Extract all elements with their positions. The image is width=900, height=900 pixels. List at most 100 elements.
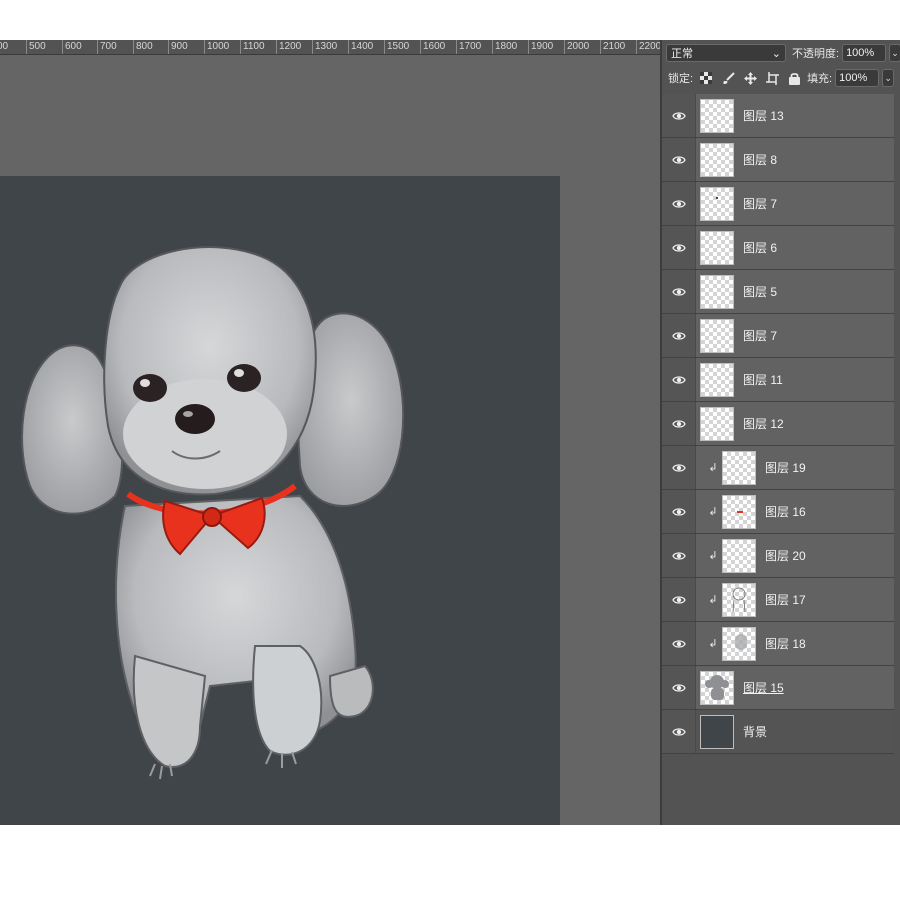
visibility-eye-icon[interactable] bbox=[662, 622, 696, 665]
layer-name[interactable]: 图层 7 bbox=[743, 327, 777, 344]
opacity-label: 不透明度: bbox=[792, 48, 840, 60]
visibility-eye-icon[interactable] bbox=[662, 358, 696, 401]
layer-name[interactable]: 图层 16 bbox=[765, 503, 806, 520]
canvas-workspace[interactable]: 00 500 600 700 800 900 1000 1100 1200 13… bbox=[0, 40, 660, 825]
blend-mode-value: 正常 bbox=[671, 48, 693, 60]
layer-name[interactable]: 图层 7 bbox=[743, 195, 777, 212]
visibility-eye-icon[interactable] bbox=[662, 94, 696, 137]
fill-dropdown-button[interactable]: ⌄ bbox=[882, 69, 895, 87]
visibility-eye-icon[interactable] bbox=[662, 490, 696, 533]
visibility-eye-icon[interactable] bbox=[662, 226, 696, 269]
opacity-field[interactable]: 100% bbox=[842, 44, 887, 62]
layer-name[interactable]: 图层 20 bbox=[765, 547, 806, 564]
layer-name[interactable]: 背景 bbox=[743, 723, 767, 740]
layer-name[interactable]: 图层 13 bbox=[743, 107, 784, 124]
lock-position-move-icon[interactable] bbox=[743, 71, 757, 85]
ruler-tick: 1400 bbox=[348, 40, 373, 54]
layer-thumbnail[interactable] bbox=[700, 318, 734, 353]
layer-name[interactable]: 图层 15 bbox=[743, 679, 784, 696]
layer-row[interactable]: ↲ 图层 20 bbox=[662, 534, 894, 578]
layer-thumbnail[interactable] bbox=[722, 450, 756, 485]
visibility-eye-icon[interactable] bbox=[662, 534, 696, 577]
layer-row[interactable]: 图层 13 bbox=[662, 94, 894, 138]
layer-row[interactable]: 图层 7 bbox=[662, 182, 894, 226]
chevron-down-icon: ⌄ bbox=[771, 47, 781, 60]
layers-list: 图层 13 图层 8 图层 7 图层 6 图层 5 图层 7 图层 11 图层 12 ↲ 图层 1… bbox=[662, 94, 894, 754]
lock-label: 锁定: bbox=[668, 73, 694, 85]
layer-thumbnail[interactable] bbox=[700, 274, 734, 309]
lock-all-icon[interactable] bbox=[787, 71, 801, 85]
opacity-dropdown-button[interactable]: ⌄ bbox=[889, 44, 900, 62]
lock-pixels-brush-icon[interactable] bbox=[721, 71, 735, 85]
layer-thumbnail[interactable] bbox=[700, 362, 734, 397]
layer-name[interactable]: 图层 11 bbox=[743, 371, 783, 388]
layer-thumbnail[interactable] bbox=[700, 98, 734, 133]
layer-row[interactable]: 图层 6 bbox=[662, 226, 894, 270]
ruler-tick: 2000 bbox=[564, 40, 589, 54]
clipping-mask-arrow-icon: ↲ bbox=[708, 638, 718, 650]
layer-thumbnail[interactable] bbox=[722, 538, 756, 573]
poodle-illustration bbox=[21, 246, 405, 780]
visibility-eye-icon[interactable] bbox=[662, 182, 696, 225]
visibility-eye-icon[interactable] bbox=[662, 710, 696, 753]
layer-row[interactable]: 图层 8 bbox=[662, 138, 894, 182]
clipping-mask-arrow-icon: ↲ bbox=[708, 506, 718, 518]
layer-thumbnail[interactable] bbox=[700, 406, 734, 441]
ruler-tick: 1100 bbox=[240, 40, 265, 54]
fill-field[interactable]: 100% bbox=[835, 69, 880, 87]
layer-name[interactable]: 图层 19 bbox=[765, 459, 806, 476]
ruler-tick: 2200 bbox=[636, 40, 660, 54]
layer-thumbnail[interactable] bbox=[700, 142, 734, 177]
clipping-mask-arrow-icon: ↲ bbox=[708, 462, 718, 474]
layer-row[interactable]: ↲ 图层 17 bbox=[662, 578, 894, 622]
layer-name[interactable]: 图层 12 bbox=[743, 415, 784, 432]
ruler-tick: 600 bbox=[62, 40, 82, 54]
layer-thumbnail[interactable] bbox=[722, 582, 756, 617]
layer-row[interactable]: 图层 11 bbox=[662, 358, 894, 402]
visibility-eye-icon[interactable] bbox=[662, 578, 696, 621]
ruler-tick: 1300 bbox=[312, 40, 337, 54]
visibility-eye-icon[interactable] bbox=[662, 666, 696, 709]
ruler-tick: 1700 bbox=[456, 40, 481, 54]
layer-name[interactable]: 图层 5 bbox=[743, 283, 777, 300]
layer-name[interactable]: 图层 6 bbox=[743, 239, 777, 256]
lock-artboard-icon[interactable] bbox=[765, 71, 779, 85]
ruler-tick: 2100 bbox=[600, 40, 625, 54]
lock-fill-row: 锁定: 填充: 100% ⌄ bbox=[662, 65, 900, 91]
horizontal-ruler: 00 500 600 700 800 900 1000 1100 1200 13… bbox=[0, 40, 660, 55]
layer-row[interactable]: 图层 5 bbox=[662, 270, 894, 314]
ruler-tick: 800 bbox=[133, 40, 153, 54]
layer-thumbnail[interactable] bbox=[700, 670, 734, 705]
layer-thumbnail[interactable] bbox=[700, 186, 734, 221]
visibility-eye-icon[interactable] bbox=[662, 314, 696, 357]
layer-name[interactable]: 图层 8 bbox=[743, 151, 777, 168]
layer-thumbnail[interactable] bbox=[700, 230, 734, 265]
clipping-mask-arrow-icon: ↲ bbox=[708, 594, 718, 606]
document-canvas[interactable] bbox=[0, 176, 560, 825]
visibility-eye-icon[interactable] bbox=[662, 446, 696, 489]
ruler-tick: 00 bbox=[0, 40, 8, 54]
layer-row[interactable]: ↲ 图层 19 bbox=[662, 446, 894, 490]
ruler-tick: 1500 bbox=[384, 40, 409, 54]
layer-name[interactable]: 图层 18 bbox=[765, 635, 806, 652]
blend-mode-select[interactable]: 正常 ⌄ bbox=[666, 44, 786, 62]
layer-row[interactable]: 图层 15 bbox=[662, 666, 894, 710]
layer-row[interactable]: ↲ 图层 18 bbox=[662, 622, 894, 666]
layer-thumbnail[interactable] bbox=[722, 494, 756, 529]
visibility-eye-icon[interactable] bbox=[662, 138, 696, 181]
layer-row[interactable]: 图层 12 bbox=[662, 402, 894, 446]
clipping-mask-arrow-icon: ↲ bbox=[708, 550, 718, 562]
layer-name[interactable]: 图层 17 bbox=[765, 591, 806, 608]
ruler-tick: 1200 bbox=[276, 40, 301, 54]
lock-transparency-icon[interactable] bbox=[699, 71, 713, 85]
layer-thumbnail[interactable] bbox=[700, 714, 734, 749]
layer-row[interactable]: 背景 bbox=[662, 710, 894, 754]
layer-row[interactable]: 图层 7 bbox=[662, 314, 894, 358]
ruler-tick: 1600 bbox=[420, 40, 445, 54]
visibility-eye-icon[interactable] bbox=[662, 402, 696, 445]
layer-thumbnail[interactable] bbox=[722, 626, 756, 661]
layer-row[interactable]: ↲ 图层 16 bbox=[662, 490, 894, 534]
blend-opacity-row: 正常 ⌄ 不透明度: 100% ⌄ bbox=[662, 40, 900, 66]
visibility-eye-icon[interactable] bbox=[662, 270, 696, 313]
ruler-tick: 1800 bbox=[492, 40, 517, 54]
